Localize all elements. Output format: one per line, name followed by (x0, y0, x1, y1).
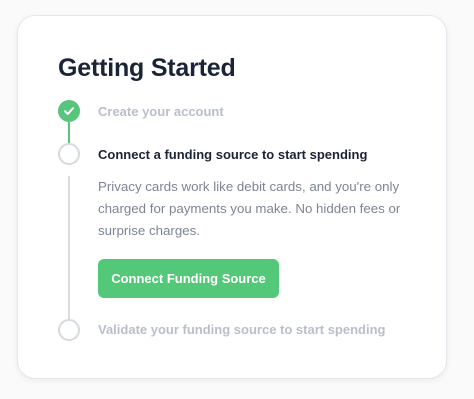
getting-started-card: Getting Started Create your account Conn… (17, 15, 447, 379)
step-pending-indicator (58, 319, 80, 341)
connect-funding-source-button[interactable]: Connect Funding Source (98, 259, 279, 298)
step-label-connect-funding: Connect a funding source to start spendi… (98, 147, 368, 162)
step-current-indicator (58, 143, 80, 165)
card-title: Getting Started (58, 54, 236, 82)
step-label-validate-funding: Validate your funding source to start sp… (98, 322, 386, 337)
step-complete-indicator (58, 100, 80, 122)
step-label-create-account: Create your account (98, 104, 224, 119)
step-description: Privacy cards work like debit cards, and… (98, 179, 401, 238)
check-icon (64, 107, 74, 115)
progress-line-pending (68, 176, 70, 322)
